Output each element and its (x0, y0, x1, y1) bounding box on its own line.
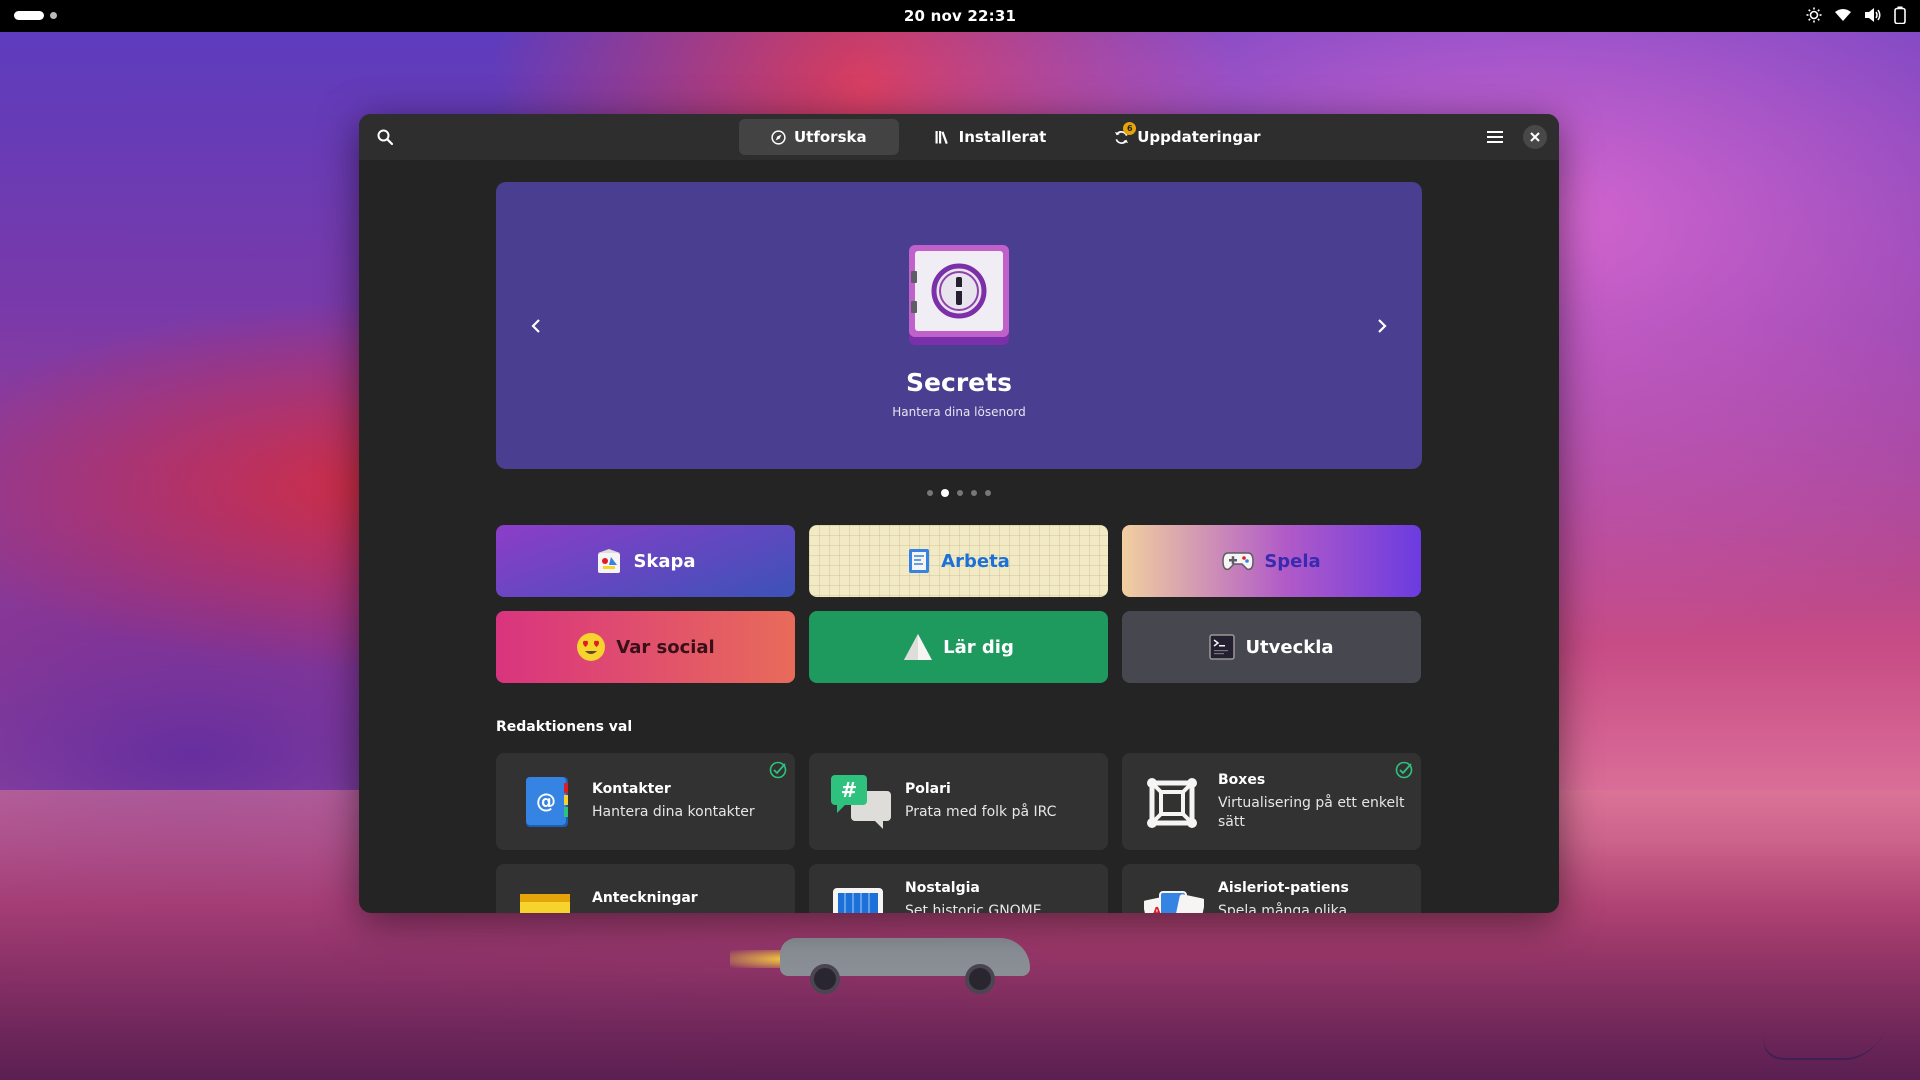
tab-explore-label: Utforska (794, 128, 867, 146)
secrets-app-icon (907, 243, 1011, 347)
terminal-icon (1209, 634, 1236, 660)
category-develop-label: Utveckla (1245, 636, 1334, 658)
app-description: Prata med folk på IRC (905, 804, 1057, 820)
carousel-next-button[interactable] (1366, 310, 1398, 342)
work-icon (909, 549, 930, 573)
explore-page: Secrets Hantera dina lösenord Skapa Arbe… (496, 182, 1422, 913)
volume-icon (1864, 7, 1882, 23)
app-name: Polari (905, 781, 951, 797)
category-social[interactable]: Var social (496, 611, 795, 683)
software-window: Utforska Installerat 6 Uppdateringar Sec… (359, 114, 1559, 913)
main-menu-button[interactable] (1481, 123, 1509, 151)
library-icon (935, 130, 951, 144)
search-button[interactable] (371, 123, 399, 151)
activities-button[interactable] (14, 11, 57, 20)
compass-icon (771, 129, 786, 145)
top-bar: 20 nov 22:31 (0, 0, 1920, 32)
wifi-icon (1834, 7, 1852, 23)
app-name: Kontakter (592, 781, 671, 797)
category-learn[interactable]: Lär dig (809, 611, 1108, 683)
tab-installed[interactable]: Installerat (903, 119, 1079, 155)
carousel-dot[interactable] (985, 490, 991, 496)
svg-text:@: @ (536, 789, 556, 813)
app-name: Anteckningar (592, 890, 698, 906)
app-description: Set historic GNOME (905, 903, 1042, 913)
app-tile-contacts[interactable]: @ Kontakter Hantera dina kontakter (496, 753, 795, 850)
tab-explore[interactable]: Utforska (739, 119, 899, 155)
app-tile-boxes[interactable]: Boxes Virtualisering på ett enkelt sätt (1122, 753, 1421, 850)
installed-check-icon (769, 761, 787, 783)
aisleriot-app-icon: A (1142, 886, 1206, 913)
create-icon (598, 549, 621, 573)
category-work-label: Arbeta (941, 550, 1010, 572)
view-switcher: Utforska Installerat 6 Uppdateringar (739, 119, 1293, 155)
gamepad-icon (1222, 552, 1255, 571)
learn-icon (904, 634, 933, 660)
featured-app-title[interactable]: Secrets (496, 368, 1422, 397)
boxes-app-icon (1144, 775, 1198, 829)
app-description: Hantera dina kontakter (592, 804, 755, 820)
app-tile-notes[interactable]: Anteckningar (496, 864, 795, 913)
header-bar: Utforska Installerat 6 Uppdateringar (359, 114, 1559, 160)
editors-choice-title: Redaktionens val (496, 719, 633, 735)
category-develop[interactable]: Utveckla (1122, 611, 1421, 683)
category-social-label: Var social (616, 636, 715, 658)
category-work[interactable]: Arbeta (809, 525, 1108, 597)
heart-eyes-emoji-icon (577, 633, 606, 661)
clock[interactable]: 20 nov 22:31 (904, 7, 1016, 25)
carousel-dot[interactable] (957, 490, 963, 496)
category-learn-label: Lär dig (943, 636, 1014, 658)
notes-app-icon (518, 886, 572, 913)
search-icon (377, 129, 393, 145)
contacts-app-icon: @ (518, 775, 572, 829)
tab-updates[interactable]: 6 Uppdateringar (1082, 119, 1292, 155)
featured-app-subtitle: Hantera dina lösenord (892, 405, 1026, 419)
app-description: Spela många olika (1218, 903, 1348, 913)
updates-badge: 6 (1123, 121, 1137, 135)
installed-check-icon (1395, 761, 1413, 783)
carousel-previous-button[interactable] (520, 310, 552, 342)
tab-updates-label: Uppdateringar (1137, 128, 1261, 146)
category-grid: Skapa Arbeta Spela Var social Lär dig Ut… (496, 525, 1422, 683)
category-play[interactable]: Spela (1122, 525, 1421, 597)
app-name: Boxes (1218, 771, 1266, 788)
system-tray[interactable] (1806, 6, 1906, 24)
carousel-dot[interactable] (927, 490, 933, 496)
close-icon (1530, 132, 1540, 142)
app-description: Virtualisering på ett enkelt sätt (1218, 794, 1405, 830)
app-tile-polari[interactable]: # Polari Prata med folk på IRC (809, 753, 1108, 850)
category-play-label: Spela (1264, 550, 1321, 572)
featured-carousel[interactable]: Secrets Hantera dina lösenord (496, 182, 1422, 469)
carousel-dot-active[interactable] (941, 489, 949, 497)
app-tile-nostalgia[interactable]: Nostalgia Set historic GNOME (809, 864, 1108, 913)
wallpaper-car (730, 920, 1030, 994)
nostalgia-app-icon (831, 886, 885, 913)
polari-app-icon: # (831, 774, 891, 829)
close-button[interactable] (1523, 125, 1547, 149)
svg-text:A: A (1153, 906, 1161, 913)
hamburger-menu-icon (1487, 131, 1503, 143)
category-create[interactable]: Skapa (496, 525, 795, 597)
carousel-indicator (496, 488, 1422, 498)
tab-installed-label: Installerat (958, 128, 1047, 146)
battery-icon (1894, 6, 1906, 24)
svg-text:#: # (841, 778, 858, 802)
carousel-dot[interactable] (971, 490, 977, 496)
chevron-right-icon (1378, 319, 1387, 333)
app-name: Aisleriot-patiens (1218, 880, 1349, 896)
category-create-label: Skapa (633, 550, 696, 572)
brightness-icon (1806, 7, 1822, 23)
refresh-icon: 6 (1114, 121, 1137, 145)
app-tile-aisleriot[interactable]: A Aisleriot-patiens Spela många olika (1122, 864, 1421, 913)
app-name: Nostalgia (905, 880, 980, 896)
chevron-left-icon (531, 319, 540, 333)
editors-choice-grid: @ Kontakter Hantera dina kontakter # Pol… (496, 753, 1422, 913)
